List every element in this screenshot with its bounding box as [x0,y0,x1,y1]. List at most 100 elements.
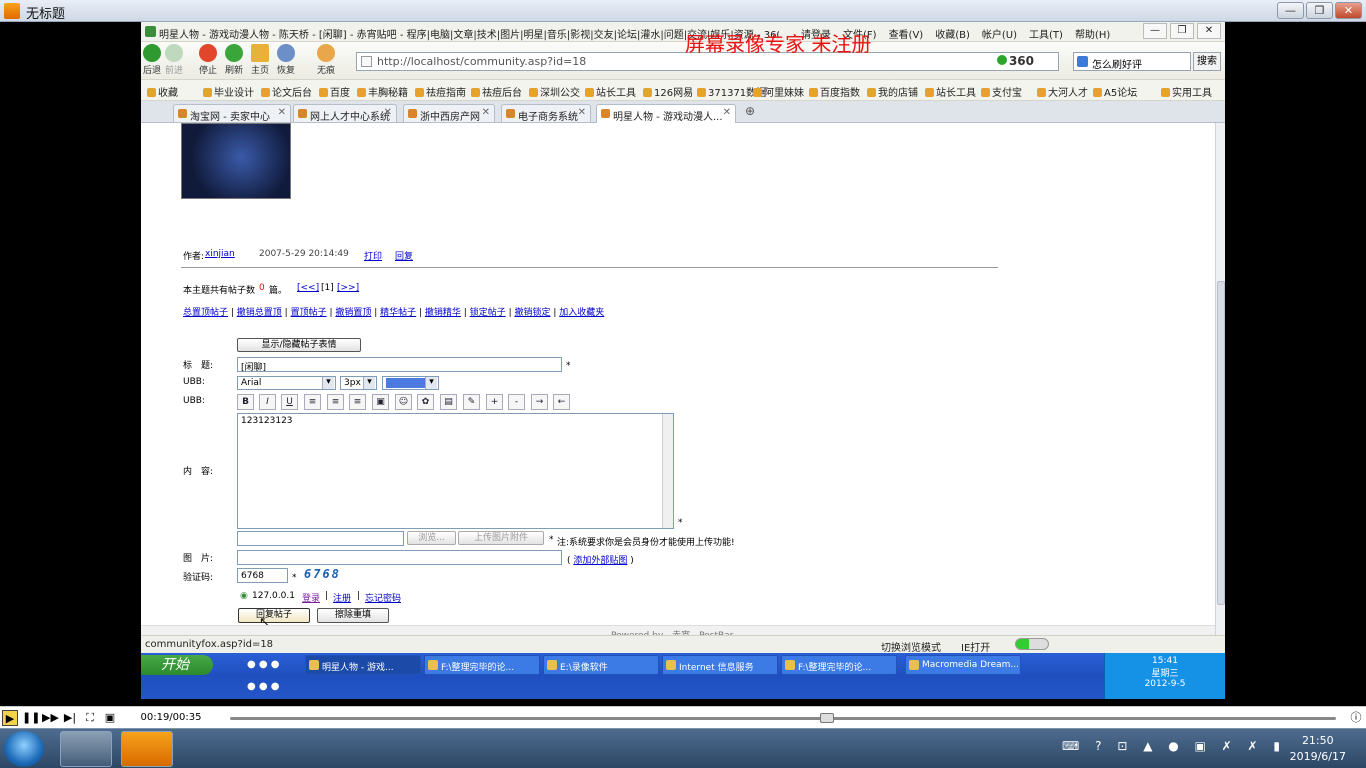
outdent-button[interactable]: ← [553,394,570,410]
register-link[interactable]: 注册 [333,591,351,604]
xp-task-item[interactable]: 明星人物 - 游戏... [305,655,421,675]
back-button[interactable]: 后退 [143,44,161,76]
fav-item[interactable]: 阿里妹妹 [753,84,804,99]
fav-item[interactable]: 支付宝 [981,84,1022,99]
forgot-password-link[interactable]: 忘记密码 [365,591,401,604]
tab-item[interactable]: 电子商务系统 ✕ [501,104,591,122]
fav-item[interactable]: 126网易 [643,84,693,99]
fav-item[interactable]: 论文后台 [261,84,312,99]
fav-item[interactable]: A5论坛 [1093,84,1137,99]
textarea-scrollbar[interactable] [662,414,673,528]
pager-next[interactable]: [>>] [337,283,359,293]
indent-button[interactable]: → [531,394,548,410]
reset-button[interactable]: 擦除重填 [317,608,389,623]
italic-button[interactable]: I [259,394,276,410]
external-image-link[interactable]: 添加外部贴图 [573,556,627,566]
xp-task-item[interactable]: Internet 信息服务 [662,655,778,675]
search-input[interactable]: 怎么刷好评 [1073,52,1191,71]
restore-tab-button[interactable]: 恢复 [277,44,295,76]
fav-item[interactable]: 祛痘后台 [471,84,522,99]
captcha-input[interactable]: 6768 [237,568,288,583]
refresh-button[interactable]: 刷新 [225,44,243,76]
quote-button[interactable]: ✎ [463,394,480,410]
fav-item[interactable]: 收藏 [147,84,178,99]
fullscreen-icon[interactable]: ⛶ [82,710,98,726]
tab-item[interactable]: 淘宝网 - 卖家中心 ✕ [173,104,291,122]
admin-link[interactable]: 置顶帖子 [291,308,327,318]
browser-restore-button[interactable]: ❐ [1170,23,1194,39]
pause-icon[interactable]: ❚❚ [22,710,40,726]
emoticon-button[interactable]: ☺ [395,394,412,410]
fit-window-icon[interactable]: ▣ [102,710,118,726]
menu-account[interactable]: 帐户(U) [982,26,1017,41]
xp-task-item[interactable]: Macromedia Dream... [905,655,1021,675]
home-button[interactable]: 主页 [251,44,269,76]
minimize-button[interactable]: — [1277,2,1304,19]
admin-link[interactable]: 撤销置顶 [335,308,371,318]
xp-task-item[interactable]: F:\整理完毕的论... [781,655,897,675]
author-link[interactable]: xinjian [205,249,235,259]
close-button[interactable]: ✕ [1335,2,1362,19]
table-button[interactable]: ▤ [440,394,457,410]
fav-item[interactable]: 实用工具 [1161,84,1212,99]
fav-item[interactable]: 毕业设计 [203,84,254,99]
fav-item[interactable]: 祛痘指南 [415,84,466,99]
tab-item[interactable]: 浙中西房产网 ✕ [403,104,495,122]
admin-link[interactable]: 精华帖子 [380,308,416,318]
tab-close-icon[interactable]: ✕ [482,107,490,118]
decrease-button[interactable]: - [508,394,525,410]
size-select[interactable]: 3px [340,376,377,390]
tab-close-icon[interactable]: ✕ [278,107,286,118]
stop-button[interactable]: 停止 [199,44,217,76]
file-path-input[interactable] [237,531,404,546]
flower-button[interactable]: ✿ [417,394,434,410]
color-select[interactable] [382,376,439,390]
fav-item[interactable]: 百度 [319,84,350,99]
tab-close-icon[interactable]: ✕ [578,107,586,118]
admin-link[interactable]: 总置顶帖子 [183,308,228,318]
explorer-task-icon[interactable] [60,731,112,767]
fav-item[interactable]: 百度指数 [809,84,860,99]
submit-reply-button[interactable]: 回复帖子 [238,608,310,623]
fav-item[interactable]: 大河人才 [1037,84,1088,99]
menu-favorites[interactable]: 收藏(B) [935,26,970,41]
browser-minimize-button[interactable]: — [1143,23,1167,39]
login-link[interactable]: 登录 [302,591,320,604]
admin-link[interactable]: 撤销精华 [425,308,461,318]
tab-item[interactable]: 网上人才中心系统 ✕ [293,104,397,122]
toggle-switch[interactable] [1015,638,1049,650]
page-scrollbar[interactable] [1215,123,1225,640]
increase-button[interactable]: + [486,394,503,410]
print-link[interactable]: 打印 [364,249,382,262]
image-insert-button[interactable]: ▣ [372,394,389,410]
tab-item-active[interactable]: 明星人物 - 游戏动漫人... ✕ [596,104,736,123]
fav-item[interactable]: 我的店铺 [867,84,918,99]
ip-radio-icon[interactable]: ◉ [240,591,248,601]
pager-prev[interactable]: [<<] [297,283,319,293]
browser-close-button[interactable]: ✕ [1197,23,1221,39]
align-center-button[interactable]: ≡ [327,394,344,410]
admin-link[interactable]: 加入收藏夹 [559,308,604,318]
restore-button[interactable]: ❐ [1306,2,1333,19]
menu-view[interactable]: 查看(V) [889,26,924,41]
menu-help[interactable]: 帮助(H) [1075,26,1110,41]
xp-task-item[interactable]: F:\整理完毕的论... [424,655,540,675]
windows-start-orb[interactable] [4,731,44,767]
content-textarea[interactable]: 123123123 [237,413,674,529]
search-button[interactable]: 搜索 [1193,52,1221,71]
forward-button[interactable]: 前进 [165,44,183,76]
tray-icons[interactable]: ⌨ ? ⊡ ▲ ● ▣ ✗ ✗ ▮ [1062,739,1286,753]
xp-start-button[interactable]: 开始 [141,655,213,675]
progress-track[interactable] [230,717,1336,720]
tab-close-icon[interactable]: ✕ [723,107,731,118]
xp-task-item[interactable]: E:\录像软件 [543,655,659,675]
browse-mode-toggle[interactable]: 切换浏览模式 [881,639,941,654]
admin-link[interactable]: 撤销锁定 [514,308,550,318]
admin-link[interactable]: 撤销总置顶 [237,308,282,318]
fav-item[interactable]: 站长工具 [585,84,636,99]
toggle-emoticons-button[interactable]: 显示/隐藏帖子表情 [237,338,361,352]
align-left-button[interactable]: ≡ [304,394,321,410]
step-forward-icon[interactable]: ▶| [62,710,78,726]
image-url-input[interactable] [237,550,562,565]
bold-button[interactable]: B [237,394,254,410]
